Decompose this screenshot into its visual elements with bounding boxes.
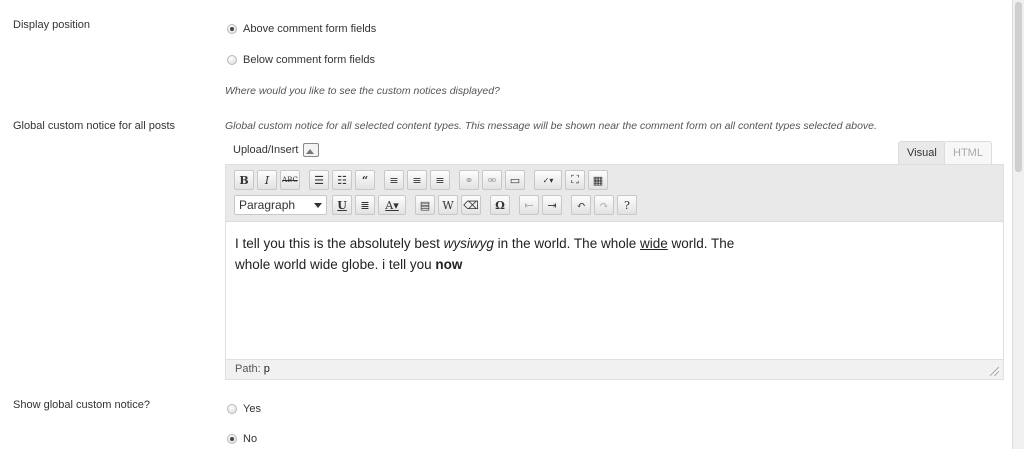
spellcheck-icon[interactable]: ✓▾ <box>534 170 562 190</box>
underline-icon[interactable]: U <box>332 195 352 215</box>
global-notice-label: Global custom notice for all posts <box>13 120 176 132</box>
chevron-down-icon <box>314 202 322 208</box>
more-tag-icon[interactable]: ▭ <box>505 170 525 190</box>
scrollbar-thumb[interactable] <box>1015 2 1022 172</box>
format-select[interactable]: Paragraph <box>234 195 327 215</box>
bullet-list-icon[interactable]: ☰ <box>309 170 329 190</box>
help-icon[interactable]: ? <box>617 195 637 215</box>
format-select-value: Paragraph <box>239 198 296 212</box>
content-italic-text: wysiwyg <box>443 236 494 251</box>
content-underlined-text: wide <box>639 236 668 251</box>
radio-show-yes[interactable]: Yes <box>227 403 261 415</box>
tab-html[interactable]: HTML <box>944 141 992 164</box>
path-element[interactable]: p <box>264 363 270 375</box>
bold-icon[interactable]: B <box>234 170 254 190</box>
kitchen-sink-icon[interactable]: ▦ <box>588 170 608 190</box>
italic-icon[interactable]: I <box>257 170 277 190</box>
path-label: Path: <box>235 363 261 375</box>
blockquote-icon[interactable]: “ <box>355 170 375 190</box>
redo-icon[interactable]: ↷ <box>594 195 614 215</box>
radio-label: Below comment form fields <box>243 54 376 66</box>
image-icon[interactable] <box>303 143 320 157</box>
wysiwyg-editor: B I ABC ☰ ☷ “ ≡ ≡ ≡ ⚭ ⚮ ▭ ✓▾ ⛶ ▦ Paragra… <box>225 164 1004 380</box>
radio-label: Yes <box>243 403 261 415</box>
show-notice-label: Show global custom notice? <box>13 399 150 411</box>
display-position-description: Where would you like to see the custom n… <box>225 85 500 97</box>
radio-unselected-icon[interactable] <box>227 404 237 414</box>
resize-handle-icon[interactable] <box>990 367 999 376</box>
align-right-icon[interactable]: ≡ <box>430 170 450 190</box>
special-char-icon[interactable]: Ω <box>490 195 510 215</box>
justify-icon[interactable]: ≣ <box>355 195 375 215</box>
radio-selected-icon[interactable] <box>227 24 237 34</box>
radio-unselected-icon[interactable] <box>227 55 237 65</box>
upload-insert-link[interactable]: Upload/Insert <box>233 143 320 157</box>
radio-label: Above comment form fields <box>243 23 377 35</box>
outdent-icon[interactable]: ⇤ <box>519 195 539 215</box>
tab-visual[interactable]: Visual <box>898 141 946 164</box>
content-bold-text: now <box>435 257 463 272</box>
paste-word-icon[interactable]: W <box>438 195 458 215</box>
content-text: I tell you this is the absolutely best <box>235 236 444 251</box>
radio-label: No <box>243 433 258 445</box>
radio-above-comment-form[interactable]: Above comment form fields <box>227 23 376 35</box>
content-text: whole world wide globe. i tell you <box>235 257 436 272</box>
strikethrough-icon[interactable]: ABC <box>280 170 300 190</box>
text-color-icon[interactable]: A▾ <box>378 195 406 215</box>
radio-below-comment-form[interactable]: Below comment form fields <box>227 54 375 66</box>
editor-status-path: Path: p <box>226 359 1003 379</box>
align-left-icon[interactable]: ≡ <box>384 170 404 190</box>
content-text: in the world. The whole <box>493 236 640 251</box>
upload-insert-label: Upload/Insert <box>233 144 299 156</box>
indent-icon[interactable]: ⇥ <box>542 195 562 215</box>
fullscreen-icon[interactable]: ⛶ <box>565 170 585 190</box>
page-scrollbar[interactable] <box>1012 0 1024 449</box>
editor-toolbar: B I ABC ☰ ☷ “ ≡ ≡ ≡ ⚭ ⚮ ▭ ✓▾ ⛶ ▦ Paragra… <box>226 165 1003 222</box>
content-text: world. The <box>667 236 735 251</box>
unlink-icon[interactable]: ⚮ <box>482 170 502 190</box>
numbered-list-icon[interactable]: ☷ <box>332 170 352 190</box>
link-icon[interactable]: ⚭ <box>459 170 479 190</box>
undo-icon[interactable]: ↶ <box>571 195 591 215</box>
radio-show-no[interactable]: No <box>227 433 257 445</box>
align-center-icon[interactable]: ≡ <box>407 170 427 190</box>
global-notice-description: Global custom notice for all selected co… <box>225 120 877 132</box>
display-position-label: Display position <box>13 19 91 31</box>
radio-selected-icon[interactable] <box>227 434 237 444</box>
paste-text-icon[interactable]: ▤ <box>415 195 435 215</box>
editor-content[interactable]: I tell you this is the absolutely best w… <box>235 233 975 275</box>
remove-format-icon[interactable]: ⌫ <box>461 195 481 215</box>
